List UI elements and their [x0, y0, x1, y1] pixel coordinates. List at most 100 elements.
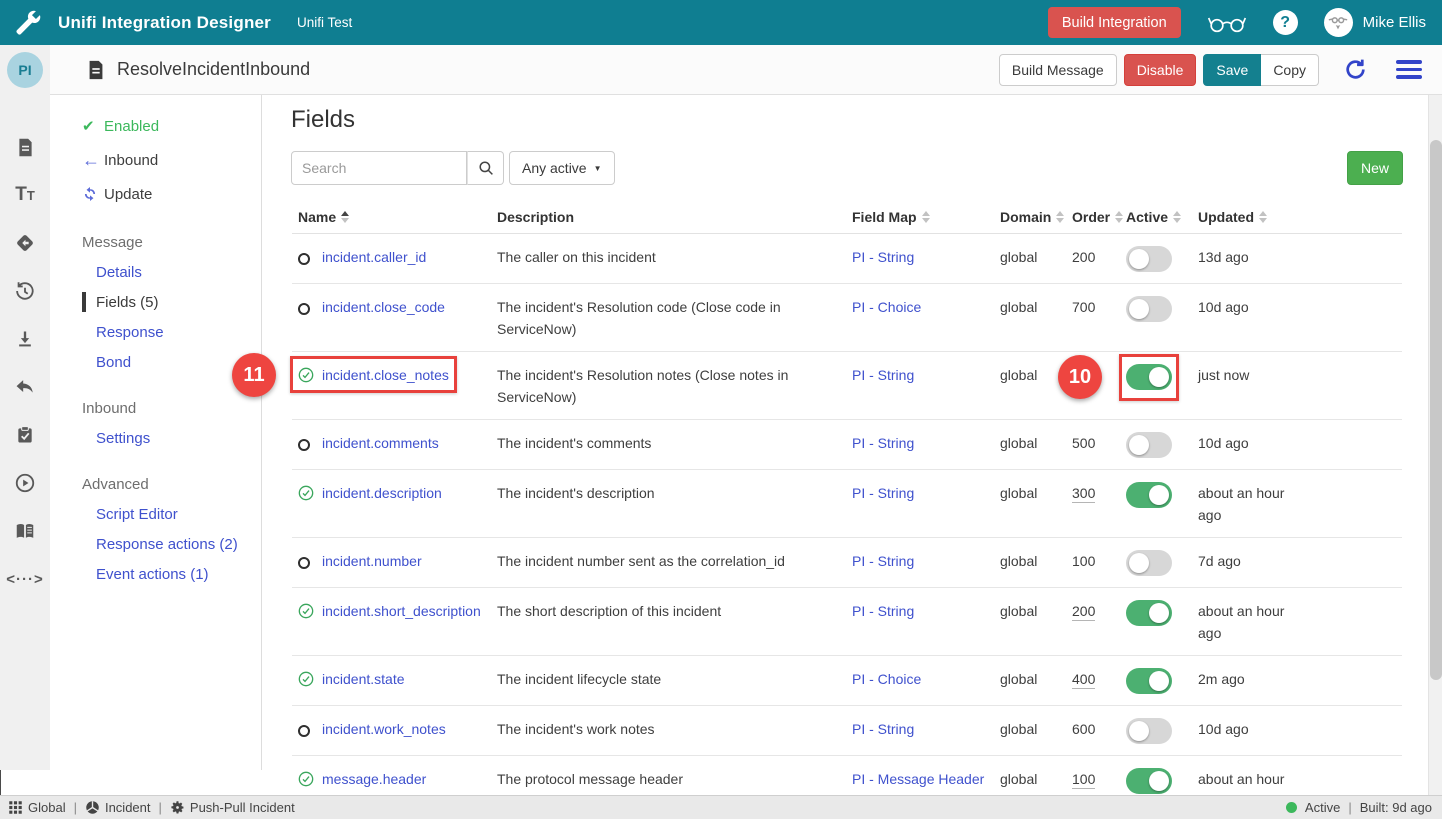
- build-integration-button[interactable]: Build Integration: [1048, 7, 1181, 38]
- field-name-link[interactable]: incident.description: [322, 485, 442, 501]
- tasks-clipboard-icon[interactable]: [0, 411, 50, 459]
- wrench-logo-icon[interactable]: [12, 7, 44, 39]
- code-icon[interactable]: <···>: [0, 555, 50, 603]
- sort-icon: [922, 211, 930, 223]
- order-value[interactable]: 100: [1072, 771, 1095, 789]
- column-header-updated: Updated: [1198, 201, 1402, 234]
- disable-button[interactable]: Disable: [1124, 54, 1197, 86]
- field-active-check-icon: [298, 367, 314, 383]
- field-name-link[interactable]: incident.comments: [322, 435, 439, 451]
- field-name-link[interactable]: incident.state: [322, 671, 405, 687]
- table-row: message.headerThe protocol message heade…: [292, 756, 1402, 796]
- message-header-bar: ResolveIncidentInbound Build Message Dis…: [50, 45, 1442, 95]
- new-field-button[interactable]: New: [1347, 151, 1403, 185]
- nav-item-script-editor[interactable]: Script Editor: [50, 499, 261, 529]
- refresh-icon[interactable]: [1343, 57, 1368, 82]
- active-toggle[interactable]: [1126, 364, 1172, 390]
- cell-updated: 10d ago: [1198, 284, 1402, 352]
- search-input[interactable]: [291, 151, 467, 185]
- nav-item-event-actions-1[interactable]: Event actions (1): [50, 559, 261, 589]
- cell-updated: about an hour ago: [1198, 756, 1402, 796]
- vertical-scrollbar[interactable]: [1428, 95, 1442, 795]
- cell-order: 500: [1072, 420, 1126, 470]
- nav-item-details[interactable]: Details: [50, 257, 261, 287]
- field-name-link[interactable]: incident.close_notes: [322, 367, 449, 383]
- send-diamond-icon[interactable]: [0, 219, 50, 267]
- process-avatar[interactable]: PI: [7, 52, 43, 88]
- user-menu[interactable]: Mike Ellis: [1324, 8, 1426, 37]
- nav-item-response-actions-2[interactable]: Response actions (2): [50, 529, 261, 559]
- statusbar-global[interactable]: Global: [8, 800, 66, 815]
- toggle-knob: [1149, 367, 1169, 387]
- book-icon[interactable]: [0, 507, 50, 555]
- statusbar-process[interactable]: Push-Pull Incident: [170, 800, 295, 815]
- field-map-link[interactable]: PI - String: [852, 721, 914, 737]
- field-name-link[interactable]: incident.close_code: [322, 299, 445, 315]
- field-name-link[interactable]: incident.short_description: [322, 603, 481, 619]
- active-filter-dropdown[interactable]: Any active ▼: [509, 151, 615, 185]
- messages-doc-icon[interactable]: [0, 123, 50, 171]
- column-label: Field Map: [852, 209, 917, 225]
- table-row: incident.stateThe incident lifecycle sta…: [292, 656, 1402, 706]
- active-toggle[interactable]: [1126, 482, 1172, 508]
- field-name-link[interactable]: incident.number: [322, 553, 422, 569]
- field-map-link[interactable]: PI - String: [852, 553, 914, 569]
- cell-updated: 7d ago: [1198, 538, 1402, 588]
- field-map-link[interactable]: PI - String: [852, 603, 914, 619]
- cell-domain: global: [1000, 706, 1072, 756]
- gear-icon: [170, 800, 185, 815]
- order-value[interactable]: 300: [1072, 485, 1095, 503]
- preview-glasses-icon[interactable]: [1207, 11, 1247, 35]
- save-button[interactable]: Save: [1203, 54, 1261, 86]
- cell-name: message.header: [292, 756, 497, 796]
- cell-name: incident.description: [292, 470, 497, 538]
- build-message-button[interactable]: Build Message: [999, 54, 1117, 86]
- active-toggle[interactable]: [1126, 718, 1172, 744]
- field-name-link[interactable]: incident.work_notes: [322, 721, 446, 737]
- reply-icon[interactable]: [0, 363, 50, 411]
- field-map-link[interactable]: PI - String: [852, 367, 914, 383]
- active-toggle[interactable]: [1126, 296, 1172, 322]
- cell-description: The incident's Resolution notes (Close n…: [497, 352, 852, 420]
- field-map-link[interactable]: PI - Choice: [852, 671, 921, 687]
- nav-item-fields-5[interactable]: Fields (5): [50, 287, 261, 317]
- nav-item-settings[interactable]: Settings: [50, 423, 261, 453]
- active-toggle[interactable]: [1126, 668, 1172, 694]
- field-map-link[interactable]: PI - String: [852, 249, 914, 265]
- active-toggle[interactable]: [1126, 432, 1172, 458]
- field-inactive-circle-icon: [298, 553, 314, 569]
- order-value[interactable]: 400: [1072, 671, 1095, 689]
- field-map-link[interactable]: PI - Choice: [852, 299, 921, 315]
- history-icon[interactable]: [0, 267, 50, 315]
- active-toggle[interactable]: [1126, 550, 1172, 576]
- field-map-link[interactable]: PI - Message Header: [852, 771, 984, 787]
- active-toggle[interactable]: [1126, 600, 1172, 626]
- copy-button[interactable]: Copy: [1261, 54, 1319, 86]
- cell-field-map: PI - String: [852, 470, 1000, 538]
- field-map-link[interactable]: PI - String: [852, 485, 914, 501]
- cell-order: 200: [1072, 234, 1126, 284]
- order-value[interactable]: 200: [1072, 603, 1095, 621]
- field-map-link[interactable]: PI - String: [852, 435, 914, 451]
- download-icon[interactable]: [0, 315, 50, 363]
- nav-item-response[interactable]: Response: [50, 317, 261, 347]
- field-name-link[interactable]: message.header: [322, 771, 426, 787]
- scrollbar-thumb[interactable]: [1430, 140, 1442, 680]
- field-inactive-circle-icon: [298, 721, 314, 737]
- sort-icon: [1173, 211, 1181, 223]
- column-label: Description: [497, 209, 574, 225]
- active-toggle[interactable]: [1126, 768, 1172, 794]
- help-icon[interactable]: ?: [1273, 10, 1298, 35]
- play-circle-icon[interactable]: [0, 459, 50, 507]
- cell-active: [1126, 656, 1198, 706]
- field-name-link[interactable]: incident.caller_id: [322, 249, 426, 265]
- statusbar-incident[interactable]: Incident: [85, 800, 151, 815]
- text-fields-icon[interactable]: TT: [0, 171, 50, 219]
- app-title: Unifi Integration Designer: [58, 13, 271, 33]
- nav-item-bond[interactable]: Bond: [50, 347, 261, 377]
- search-button[interactable]: [467, 151, 504, 185]
- menu-icon[interactable]: [1396, 60, 1422, 79]
- field-inactive-circle-icon: [298, 435, 314, 451]
- active-toggle[interactable]: [1126, 246, 1172, 272]
- updated-value: 10d ago: [1198, 432, 1249, 454]
